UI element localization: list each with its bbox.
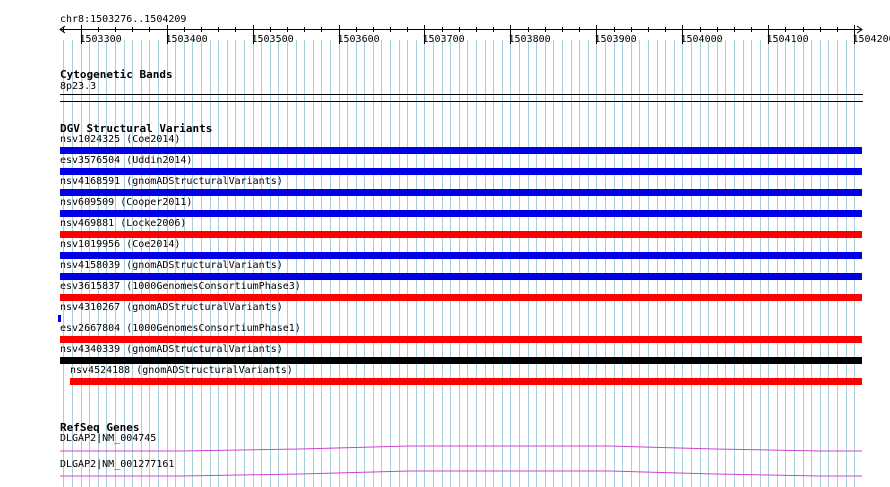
cytoband-line-bottom	[60, 101, 863, 102]
dgv-feature-bar[interactable]	[60, 168, 862, 175]
refseq-gene-label[interactable]: DLGAP2|NM_004745	[60, 433, 156, 445]
dgv-feature-label[interactable]: esv3576504 (Uddin2014)	[60, 155, 192, 167]
dgv-feature-label[interactable]: nsv1019956 (Coe2014)	[60, 239, 180, 251]
cytoband-label[interactable]: 8p23.3	[60, 81, 96, 93]
dgv-feature-bar[interactable]	[58, 315, 61, 322]
ruler-tick-label: 1504000	[680, 34, 723, 45]
ruler-tick-label: 1503300	[79, 34, 122, 45]
dgv-feature-label[interactable]: nsv4158039 (gnomADStructuralVariants)	[60, 260, 283, 272]
dgv-feature-label[interactable]: nsv4524188 (gnomADStructuralVariants)	[70, 365, 293, 377]
refseq-gene-line	[60, 445, 862, 452]
region-label: chr8:1503276..1504209	[60, 14, 187, 25]
dgv-feature-label[interactable]: nsv4340339 (gnomADStructuralVariants)	[60, 344, 283, 356]
ruler-tick-label: 1503600	[337, 34, 380, 45]
ruler-tick-label: 1504100	[766, 34, 809, 45]
dgv-feature-bar[interactable]	[60, 357, 862, 364]
ruler-arrow-left	[59, 25, 66, 34]
ruler-tick-label: 1503500	[251, 34, 294, 45]
cytoband-track-title: Cytogenetic Bands	[60, 68, 173, 81]
dgv-feature-bar[interactable]	[60, 189, 862, 196]
dgv-feature-label[interactable]: nsv1024325 (Coe2014)	[60, 134, 180, 146]
ruler-tick-label: 1503900	[594, 34, 637, 45]
dgv-feature-bar[interactable]	[60, 231, 862, 238]
dgv-feature-bar[interactable]	[60, 210, 862, 217]
dgv-feature-label[interactable]: nsv4168591 (gnomADStructuralVariants)	[60, 176, 283, 188]
dgv-feature-label[interactable]: nsv609509 (Cooper2011)	[60, 197, 192, 209]
genome-browser-view: chr8:1503276..1504209 1503300 1503400 1503…	[0, 0, 890, 487]
dgv-feature-bar[interactable]	[60, 336, 862, 343]
dgv-feature-bar[interactable]	[60, 294, 862, 301]
dgv-feature-label[interactable]: nsv4310267 (gnomADStructuralVariants)	[60, 302, 283, 314]
ruler-tick-label: 1503700	[422, 34, 465, 45]
dgv-feature-bar[interactable]	[60, 273, 862, 280]
ruler-tick-label: 1503800	[508, 34, 551, 45]
ruler-tick-label: 1503400	[165, 34, 208, 45]
dgv-feature-bar[interactable]	[70, 378, 862, 385]
ruler-tick-label: 1504200	[852, 34, 890, 45]
ruler-arrow-right	[856, 25, 863, 34]
dgv-feature-bar[interactable]	[60, 147, 862, 154]
cytoband-line-top	[60, 94, 863, 95]
refseq-gene-line	[60, 470, 862, 477]
dgv-feature-label[interactable]: esv2667804 (1000GenomesConsortiumPhase1)	[60, 323, 301, 335]
refseq-gene-label[interactable]: DLGAP2|NM_001277161	[60, 459, 174, 471]
dgv-feature-label[interactable]: esv3615837 (1000GenomesConsortiumPhase3)	[60, 281, 301, 293]
dgv-feature-label[interactable]: nsv469881 (Locke2006)	[60, 218, 186, 230]
dgv-feature-bar[interactable]	[60, 252, 862, 259]
